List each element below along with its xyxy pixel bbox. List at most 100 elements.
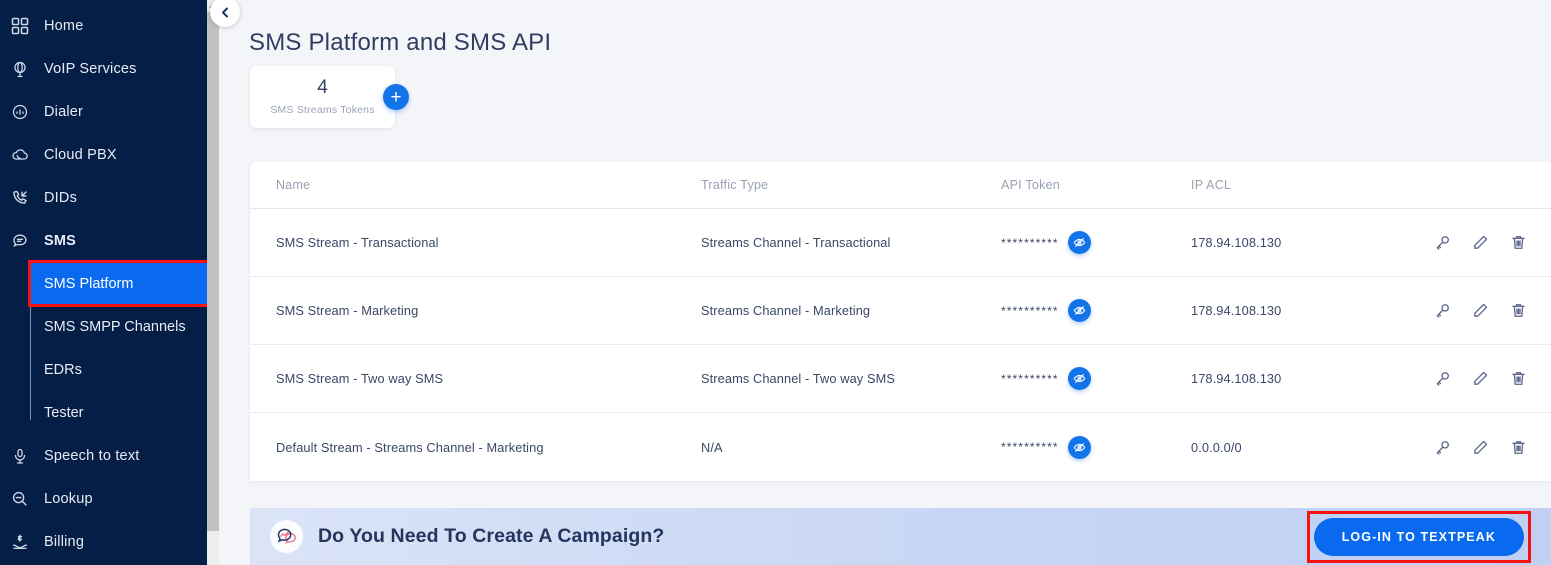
cell-traffic-type: N/A [701,439,723,455]
sidebar-item-lookup[interactable]: Lookup [0,477,207,520]
cell-traffic-type: Streams Channel - Transactional [701,235,891,250]
chat-bubble-icon [11,230,41,252]
trash-icon[interactable] [1510,439,1527,456]
api-token-mask: ********** [1001,371,1059,386]
campaign-chat-chart-icon [270,520,303,553]
billing-hand-icon [11,531,41,553]
row-actions [1421,370,1551,387]
row-actions [1421,234,1551,251]
table-row: SMS Stream - Marketing Streams Channel -… [250,277,1551,345]
grid-icon [11,15,41,37]
sidebar-item-label: DIDs [44,189,78,206]
column-header-ip-acl: IP ACL [1191,178,1232,192]
column-header-api-token: API Token [1001,178,1061,192]
banner-title: Do You Need To Create A Campaign? [318,525,665,547]
sidebar-item-voip-services[interactable]: VoIP Services [0,47,207,90]
sidebar-scrollbar[interactable] [207,0,219,565]
eye-slash-icon[interactable] [1067,367,1091,390]
pencil-icon[interactable] [1472,439,1489,456]
sidebar-item-speech-to-text[interactable]: Speech to text [0,434,207,477]
api-token-mask: ********** [1001,303,1059,318]
cell-ip-acl: 178.94.108.130 [1191,371,1282,386]
sidebar-item-label: VoIP Services [44,60,137,77]
sidebar-item-label: Speech to text [44,447,140,464]
pencil-icon[interactable] [1472,370,1489,387]
eye-slash-icon[interactable] [1067,299,1091,322]
sidebar-item-sms-smpp-channels[interactable]: SMS SMPP Channels [30,305,207,348]
cell-ip-acl: 178.94.108.130 [1191,303,1282,318]
chevron-left-icon [221,7,228,17]
sidebar-item-sms[interactable]: SMS [0,219,207,262]
sidebar-subitem-label: SMS SMPP Channels [44,318,186,335]
trash-icon[interactable] [1510,370,1527,387]
sidebar-item-edrs[interactable]: EDRs [30,348,207,391]
pencil-icon[interactable] [1472,234,1489,251]
trash-icon[interactable] [1510,302,1527,319]
globe-icon [11,58,41,80]
row-actions [1421,302,1551,319]
sidebar-item-label: SMS [44,232,77,249]
sidebar-subitem-label: SMS Platform [44,275,134,292]
sidebar-item-sms-platform[interactable]: SMS Platform [28,260,207,307]
sidebar-item-label: Billing [44,533,85,550]
sidebar: Home VoIP Services Dialer Cloud PBX DIDs… [0,0,207,565]
magnifier-minus-icon [11,488,41,510]
sidebar-item-billing[interactable]: Billing [0,520,207,563]
sidebar-item-label: Home [44,17,84,34]
cell-name: SMS Stream - Two way SMS [276,371,444,386]
plus-icon: + [390,86,402,108]
key-icon[interactable] [1434,370,1451,387]
trash-icon[interactable] [1510,234,1527,251]
sidebar-item-dids[interactable]: DIDs [0,176,207,219]
cell-name: Default Stream - Streams Channel - Marke… [276,439,544,455]
pencil-icon[interactable] [1472,302,1489,319]
microphone-icon [11,445,41,467]
cell-api-token: ********** [1001,367,1191,390]
row-actions [1421,439,1551,456]
cell-ip-acl: 178.94.108.130 [1191,235,1282,250]
sidebar-item-cloud-pbx[interactable]: Cloud PBX [0,133,207,176]
cell-name: SMS Stream - Transactional [276,235,439,250]
sidebar-subitem-label: EDRs [44,361,82,378]
headset-icon [11,101,41,123]
login-to-textpeak-button[interactable]: LOG-IN TO TEXTPEAK [1313,517,1524,556]
sms-streams-table: Name Traffic Type API Token IP ACL SMS S… [250,162,1551,481]
eye-slash-icon[interactable] [1067,231,1091,254]
sidebar-item-tester[interactable]: Tester [30,391,207,434]
page-title: SMS Platform and SMS API [249,29,552,56]
cell-name: SMS Stream - Marketing [276,303,419,318]
campaign-banner: Do You Need To Create A Campaign? LOG-IN… [250,508,1551,565]
cell-api-token: ********** [1001,435,1191,459]
main-content: SMS Platform and SMS API 4 SMS Streams T… [207,0,1551,565]
eye-slash-icon[interactable] [1067,435,1091,459]
column-header-traffic-type: Traffic Type [701,178,769,192]
stat-caption: SMS Streams Tokens [270,104,375,117]
key-icon[interactable] [1434,234,1451,251]
sidebar-item-dialer[interactable]: Dialer [0,90,207,133]
stat-card-wrapper: 4 SMS Streams Tokens + [250,66,409,128]
sidebar-scrollbar-thumb[interactable] [207,12,219,531]
table-row: SMS Stream - Transactional Streams Chann… [250,209,1551,277]
sms-streams-tokens-card: 4 SMS Streams Tokens [250,66,395,128]
stat-value: 4 [317,76,328,98]
key-icon[interactable] [1434,302,1451,319]
key-icon[interactable] [1434,439,1451,456]
sidebar-item-label: Cloud PBX [44,146,117,163]
table-row: Default Stream - Streams Channel - Marke… [250,413,1551,481]
sidebar-item-label: Dialer [44,103,84,120]
cloud-phone-icon [11,144,41,166]
table-row: SMS Stream - Two way SMS Streams Channel… [250,345,1551,413]
cell-api-token: ********** [1001,299,1191,322]
sidebar-subitem-label: Tester [44,404,84,421]
sidebar-subnav-sms: SMS Platform SMS SMPP Channels EDRs Test… [0,260,207,434]
banner-cta-highlight: LOG-IN TO TEXTPEAK [1306,510,1531,563]
app-root: Home VoIP Services Dialer Cloud PBX DIDs… [0,0,1551,565]
column-header-name: Name [276,178,311,192]
cell-traffic-type: Streams Channel - Marketing [701,303,871,318]
cell-api-token: ********** [1001,231,1191,254]
api-token-mask: ********** [1001,235,1059,250]
table-header-row: Name Traffic Type API Token IP ACL [250,162,1551,209]
sidebar-item-home[interactable]: Home [0,4,207,47]
cell-traffic-type: Streams Channel - Two way SMS [701,371,895,386]
add-token-button[interactable]: + [383,84,409,110]
